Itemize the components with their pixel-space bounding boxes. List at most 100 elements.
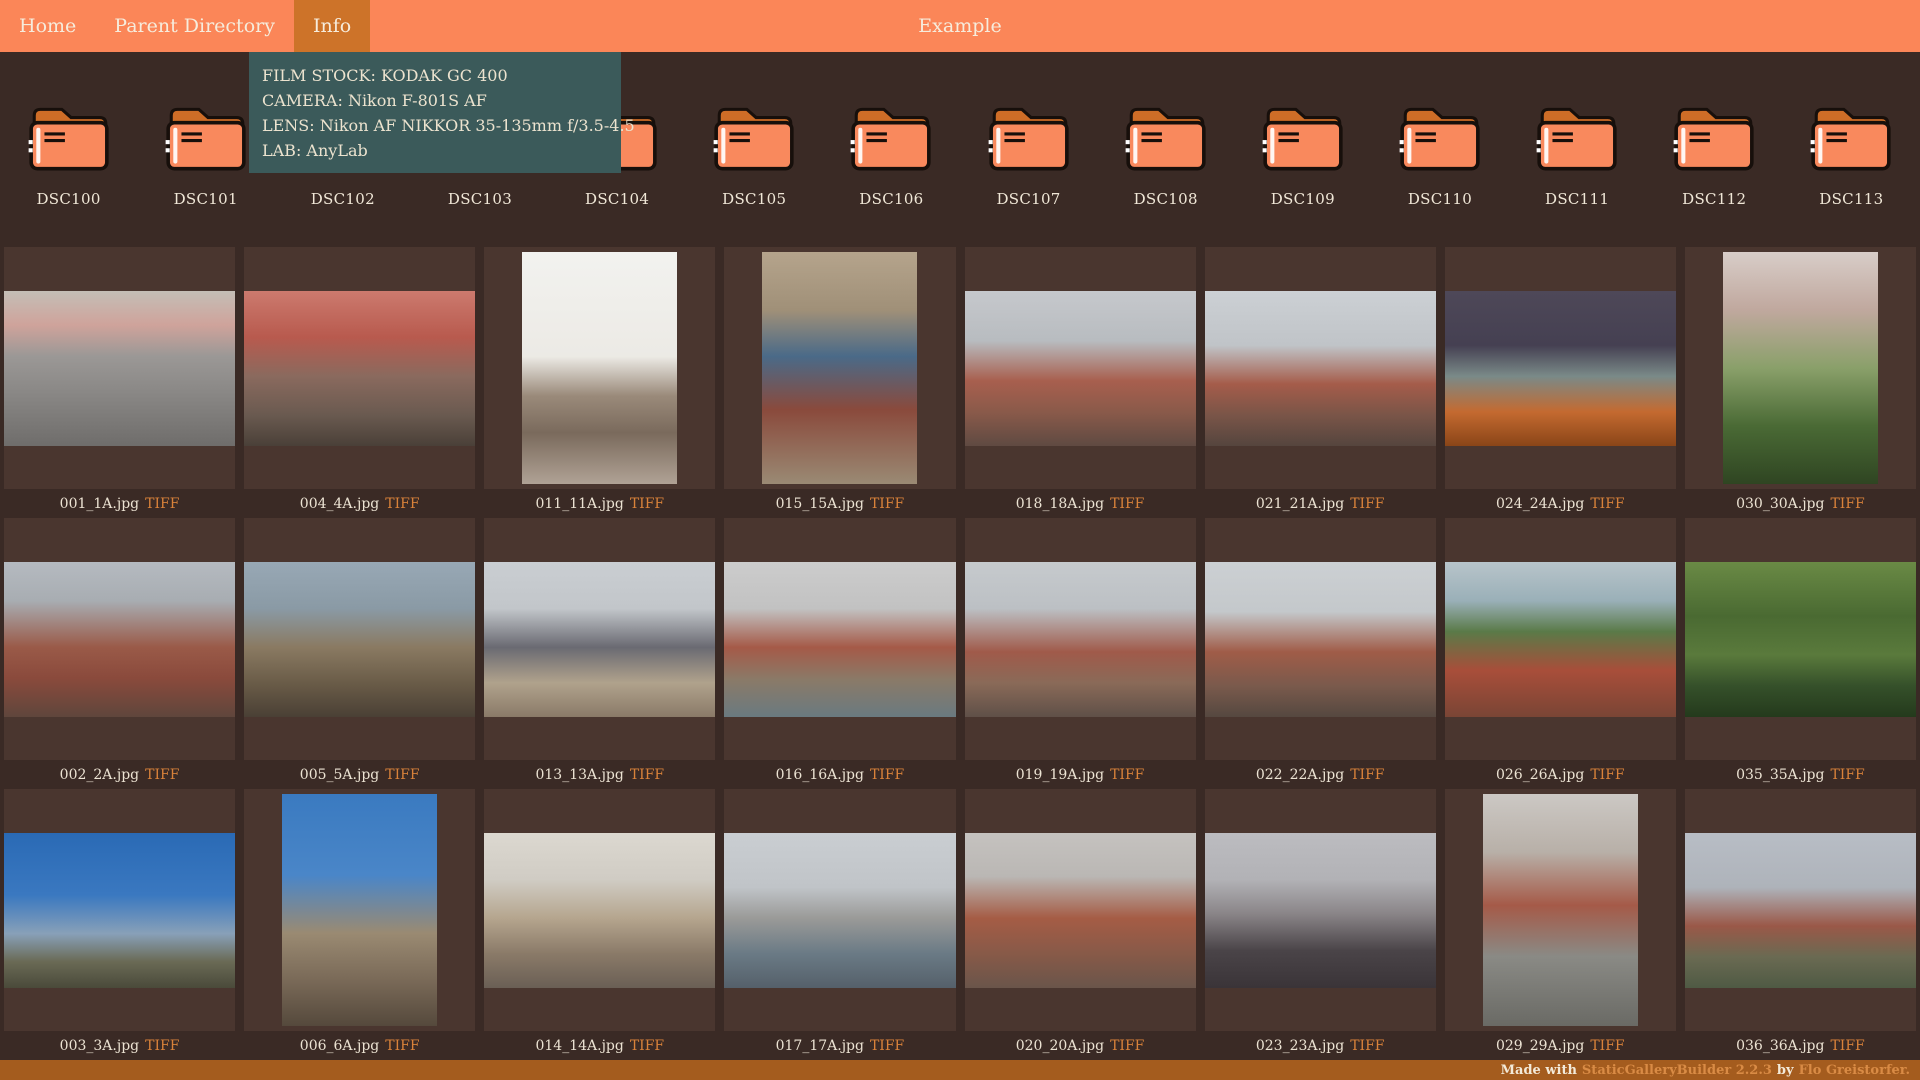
photo-filename-link[interactable]: 011_11A.jpg	[535, 496, 623, 512]
photo-filename-link[interactable]: 001_1A.jpg	[60, 496, 139, 512]
photo-format-link[interactable]: TIFF	[1590, 767, 1624, 783]
photo-thumbnail[interactable]	[1723, 252, 1878, 484]
photo-caption: 001_1A.jpg TIFF	[4, 489, 235, 518]
photo-format-link[interactable]: TIFF	[385, 496, 419, 512]
photo-thumbnail[interactable]	[244, 291, 475, 446]
photo-thumbnail[interactable]	[1205, 562, 1436, 717]
folder-item-dsc112[interactable]: DSC112	[1654, 101, 1774, 208]
photo-thumbnail[interactable]	[1685, 833, 1916, 988]
photo-format-link[interactable]: TIFF	[145, 496, 179, 512]
photo-filename-link[interactable]: 018_18A.jpg	[1016, 496, 1104, 512]
photo-caption: 006_6A.jpg TIFF	[244, 1031, 475, 1060]
photo-filename-link[interactable]: 015_15A.jpg	[776, 496, 864, 512]
photo-format-link[interactable]: TIFF	[1110, 1038, 1144, 1054]
photo-thumbnail[interactable]	[724, 833, 955, 988]
photo-filename-link[interactable]: 035_35A.jpg	[1736, 767, 1824, 783]
photo-thumbnail[interactable]	[1445, 291, 1676, 446]
photo-format-link[interactable]: TIFF	[385, 767, 419, 783]
photo-filename-link[interactable]: 022_22A.jpg	[1256, 767, 1344, 783]
photo-thumbnail[interactable]	[484, 562, 715, 717]
photo-filename-link[interactable]: 005_5A.jpg	[300, 767, 379, 783]
photo-frame	[4, 518, 235, 760]
photo-format-link[interactable]: TIFF	[630, 496, 664, 512]
photo-thumbnail[interactable]	[282, 794, 437, 1026]
photo-filename-link[interactable]: 006_6A.jpg	[300, 1038, 379, 1054]
photo-format-link[interactable]: TIFF	[1110, 496, 1144, 512]
photo-format-link[interactable]: TIFF	[1590, 496, 1624, 512]
photo-filename-link[interactable]: 024_24A.jpg	[1496, 496, 1584, 512]
footer-builder-link[interactable]: StaticGalleryBuilder 2.2.3	[1582, 1063, 1772, 1078]
folder-item-dsc107[interactable]: DSC107	[969, 101, 1089, 208]
photo-cell: 029_29A.jpg TIFF	[1445, 789, 1676, 1060]
photo-format-link[interactable]: TIFF	[1350, 767, 1384, 783]
photo-thumbnail[interactable]	[1685, 562, 1916, 717]
photo-filename-link[interactable]: 002_2A.jpg	[60, 767, 139, 783]
photo-thumbnail[interactable]	[4, 833, 235, 988]
folder-item-dsc101[interactable]: DSC101	[146, 101, 266, 208]
folder-icon	[23, 101, 115, 173]
photo-thumbnail[interactable]	[522, 252, 677, 484]
folder-item-dsc109[interactable]: DSC109	[1243, 101, 1363, 208]
photo-thumbnail[interactable]	[965, 833, 1196, 988]
folder-item-dsc110[interactable]: DSC110	[1380, 101, 1500, 208]
photo-format-link[interactable]: TIFF	[1830, 767, 1864, 783]
photo-filename-link[interactable]: 017_17A.jpg	[776, 1038, 864, 1054]
photo-thumbnail[interactable]	[724, 562, 955, 717]
photo-format-link[interactable]: TIFF	[1590, 1038, 1624, 1054]
folder-item-dsc113[interactable]: DSC113	[1791, 101, 1911, 208]
folder-item-dsc100[interactable]: DSC100	[9, 101, 129, 208]
photo-filename-link[interactable]: 003_3A.jpg	[60, 1038, 139, 1054]
photo-filename-link[interactable]: 004_4A.jpg	[300, 496, 379, 512]
photo-thumbnail[interactable]	[1205, 833, 1436, 988]
folder-item-dsc105[interactable]: DSC105	[694, 101, 814, 208]
photo-format-link[interactable]: TIFF	[1830, 1038, 1864, 1054]
footer-author-link[interactable]: Flo Greistorfer.	[1799, 1063, 1910, 1078]
photo-format-link[interactable]: TIFF	[630, 767, 664, 783]
photo-thumbnail[interactable]	[4, 291, 235, 446]
photo-filename-link[interactable]: 029_29A.jpg	[1496, 1038, 1584, 1054]
photo-thumbnail[interactable]	[484, 833, 715, 988]
photo-caption: 015_15A.jpg TIFF	[724, 489, 955, 518]
folder-item-dsc106[interactable]: DSC106	[831, 101, 951, 208]
photo-format-link[interactable]: TIFF	[1350, 1038, 1384, 1054]
photo-filename-link[interactable]: 023_23A.jpg	[1256, 1038, 1344, 1054]
info-panel-line: CAMERA: Nikon F-801S AF	[262, 88, 607, 113]
photo-filename-link[interactable]: 019_19A.jpg	[1016, 767, 1104, 783]
photo-thumbnail[interactable]	[4, 562, 235, 717]
photo-format-link[interactable]: TIFF	[870, 496, 904, 512]
photo-format-link[interactable]: TIFF	[870, 767, 904, 783]
photo-frame	[1445, 518, 1676, 760]
photo-thumbnail[interactable]	[965, 562, 1196, 717]
photo-format-link[interactable]: TIFF	[1350, 496, 1384, 512]
photo-filename-link[interactable]: 021_21A.jpg	[1256, 496, 1344, 512]
photo-filename-link[interactable]: 016_16A.jpg	[776, 767, 864, 783]
photo-caption: 030_30A.jpg TIFF	[1685, 489, 1916, 518]
photo-format-link[interactable]: TIFF	[145, 1038, 179, 1054]
photo-format-link[interactable]: TIFF	[630, 1038, 664, 1054]
photo-format-link[interactable]: TIFF	[385, 1038, 419, 1054]
nav-item-info[interactable]: Info	[294, 0, 370, 52]
photo-thumbnail[interactable]	[762, 252, 917, 484]
folder-item-dsc108[interactable]: DSC108	[1106, 101, 1226, 208]
photo-format-link[interactable]: TIFF	[1110, 767, 1144, 783]
photo-thumbnail[interactable]	[1445, 562, 1676, 717]
photo-caption: 021_21A.jpg TIFF	[1205, 489, 1436, 518]
photo-thumbnail[interactable]	[1205, 291, 1436, 446]
photo-filename-link[interactable]: 020_20A.jpg	[1016, 1038, 1104, 1054]
photo-cell: 021_21A.jpg TIFF	[1205, 247, 1436, 518]
photo-thumbnail[interactable]	[965, 291, 1196, 446]
photo-format-link[interactable]: TIFF	[145, 767, 179, 783]
photo-filename-link[interactable]: 026_26A.jpg	[1496, 767, 1584, 783]
photo-filename-link[interactable]: 013_13A.jpg	[535, 767, 623, 783]
nav-item-parent-directory[interactable]: Parent Directory	[95, 0, 294, 52]
photo-format-link[interactable]: TIFF	[870, 1038, 904, 1054]
photo-filename-link[interactable]: 030_30A.jpg	[1736, 496, 1824, 512]
photo-format-link[interactable]: TIFF	[1830, 496, 1864, 512]
photo-thumbnail[interactable]	[244, 562, 475, 717]
photo-filename-link[interactable]: 014_14A.jpg	[535, 1038, 623, 1054]
photo-filename-link[interactable]: 036_36A.jpg	[1736, 1038, 1824, 1054]
footer-bar: Made with StaticGalleryBuilder 2.2.3 by …	[0, 1060, 1920, 1080]
folder-item-dsc111[interactable]: DSC111	[1517, 101, 1637, 208]
photo-thumbnail[interactable]	[1483, 794, 1638, 1026]
nav-item-home[interactable]: Home	[0, 0, 95, 52]
